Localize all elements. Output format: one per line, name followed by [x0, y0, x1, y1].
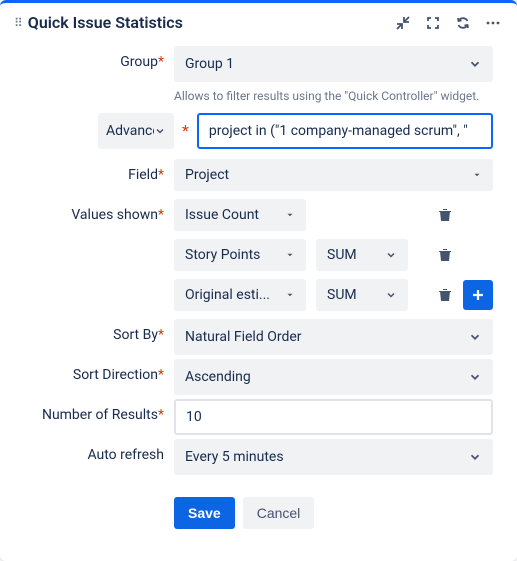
auto-refresh-select[interactable]: Every 5 minutes — [174, 439, 493, 475]
mode-select[interactable]: Advanced — [98, 113, 174, 149]
value-field-select[interactable]: Issue Count — [174, 199, 306, 231]
sort-by-select[interactable]: Natural Field Order — [174, 319, 493, 355]
chevron-down-icon — [385, 289, 397, 301]
label-field: Field* — [24, 159, 174, 183]
cancel-button[interactable]: Cancel — [243, 497, 315, 529]
trash-icon[interactable] — [437, 287, 453, 303]
row-number-results: Number of Results* 10 — [24, 399, 493, 435]
row-sort-by: Sort By* Natural Field Order — [24, 319, 493, 355]
values-line: Original esti... SUM — [174, 279, 493, 311]
chevron-down-icon — [285, 290, 295, 300]
panel-title: Quick Issue Statistics — [28, 13, 395, 32]
agg-select[interactable]: SUM — [316, 279, 408, 311]
number-results-input[interactable]: 10 — [174, 399, 493, 435]
row-auto-refresh: Auto refresh Every 5 minutes — [24, 439, 493, 475]
label-number-results: Number of Results* — [24, 399, 174, 423]
row-field: Field* Project — [24, 159, 493, 191]
config-form: Group* Group 1 Allows to filter results … — [0, 46, 517, 561]
panel-header: ⠿ Quick Issue Statistics — [0, 3, 517, 46]
row-values-shown: Values shown* Issue Count — [24, 199, 493, 311]
chevron-down-icon — [468, 330, 482, 344]
chevron-down-icon — [285, 250, 295, 260]
label-sort-by: Sort By* — [24, 319, 174, 343]
expand-icon[interactable] — [425, 15, 441, 31]
save-button[interactable]: Save — [174, 497, 235, 529]
values-line: Story Points SUM — [174, 239, 493, 271]
chevron-down-icon — [468, 57, 482, 71]
sort-direction-select[interactable]: Ascending — [174, 359, 493, 395]
refresh-icon[interactable] — [455, 15, 471, 31]
label-group: Group* — [24, 46, 174, 70]
label-auto-refresh: Auto refresh — [24, 439, 174, 463]
field-select[interactable]: Project — [174, 159, 493, 191]
group-select[interactable]: Group 1 — [174, 46, 493, 82]
jql-input[interactable]: project in ("1 company-managed scrum", " — [197, 113, 493, 149]
chevron-down-icon — [385, 249, 397, 261]
label-sort-direction: Sort Direction* — [24, 359, 174, 383]
chevron-down-icon — [285, 210, 295, 220]
trash-icon[interactable] — [437, 207, 453, 223]
value-field-select[interactable]: Original esti... — [174, 279, 306, 311]
chevron-down-icon — [472, 170, 482, 180]
label-values-shown: Values shown* — [24, 199, 174, 223]
agg-select[interactable]: SUM — [316, 239, 408, 271]
add-value-button[interactable] — [463, 280, 493, 310]
row-actions: Save Cancel — [24, 483, 493, 529]
drag-handle-icon[interactable]: ⠿ — [14, 16, 22, 30]
row-group: Group* Group 1 Allows to filter results … — [24, 46, 493, 105]
value-field-select[interactable]: Story Points — [174, 239, 306, 271]
chevron-down-icon — [468, 370, 482, 384]
values-line: Issue Count — [174, 199, 493, 231]
chevron-down-icon — [154, 125, 166, 137]
header-actions — [395, 15, 501, 31]
config-panel: ⠿ Quick Issue Statistics — [0, 0, 517, 561]
group-helper: Allows to filter results using the "Quic… — [174, 88, 493, 105]
row-jql: Advanced * project in ("1 company-manage… — [24, 113, 493, 149]
collapse-icon[interactable] — [395, 15, 411, 31]
required-mark: * — [182, 121, 189, 140]
trash-icon[interactable] — [437, 247, 453, 263]
more-icon[interactable] — [485, 15, 501, 31]
row-sort-direction: Sort Direction* Ascending — [24, 359, 493, 395]
chevron-down-icon — [468, 450, 482, 464]
